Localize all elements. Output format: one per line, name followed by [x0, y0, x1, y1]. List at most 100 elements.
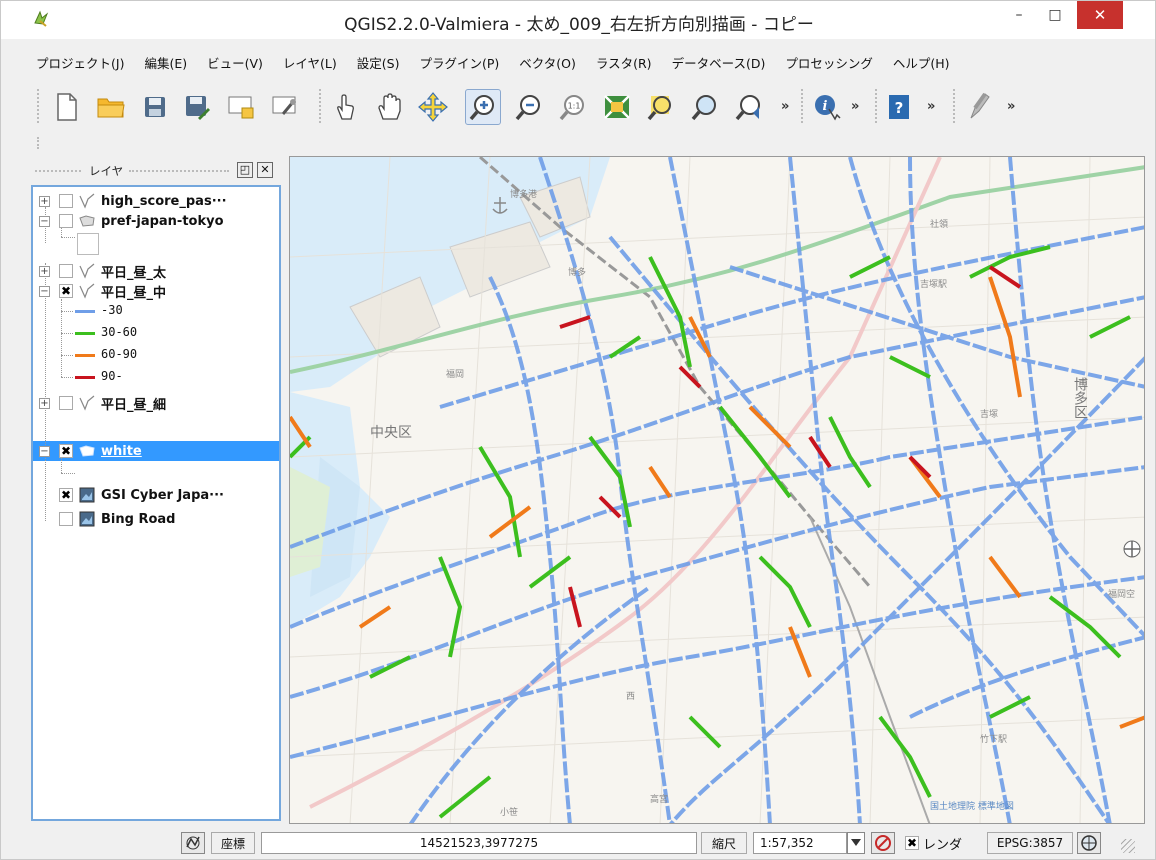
legend-label: 30-60 — [101, 325, 138, 339]
zoom-full-icon[interactable] — [599, 89, 635, 125]
layer-visibility-checkbox[interactable]: ✖ — [59, 444, 73, 458]
open-folder-icon[interactable] — [93, 89, 129, 125]
touch-icon[interactable] — [327, 89, 363, 125]
new-project-icon[interactable] — [49, 89, 85, 125]
collapse-icon[interactable]: − — [39, 215, 50, 227]
map-render[interactable]: 博多港 社領 博多 吉塚駅 福岡 中央区 博多区 吉塚 福岡空 高宮 小笹 竹下… — [290, 157, 1145, 824]
toolbar-grip[interactable] — [319, 89, 322, 123]
coordinate-label: 座標 — [211, 832, 255, 854]
close-button[interactable]: ✕ — [1077, 1, 1123, 29]
toolbar-grip[interactable] — [37, 89, 40, 123]
legend-swatch — [75, 376, 95, 379]
expand-icon[interactable]: + — [39, 397, 50, 409]
minimize-button[interactable]: – — [1001, 1, 1037, 29]
toggle-extents-icon[interactable] — [181, 832, 205, 854]
scale-combobox[interactable]: 1:57,352 — [753, 832, 847, 854]
layer-row-white[interactable]: − ✖ white — [33, 441, 279, 461]
layers-panel: レイヤ ◰ ✕ + high_score_pas··· − pref-japan… — [29, 159, 283, 821]
resize-grip-icon[interactable] — [1121, 839, 1135, 853]
layer-row-pref-japan-tokyo[interactable]: − pref-japan-tokyo — [33, 211, 279, 231]
line-layer-icon — [79, 395, 95, 411]
layer-visibility-checkbox[interactable] — [59, 512, 73, 526]
identify-icon[interactable]: i — [809, 89, 845, 125]
map-label: 国土地理院 標準地図 — [930, 800, 1014, 812]
secondary-toolbar — [1, 135, 1155, 153]
menu-plugins[interactable]: プラグイン(P) — [419, 53, 499, 72]
collapse-icon[interactable]: − — [39, 285, 50, 297]
zoom-to-selection-icon[interactable] — [643, 89, 679, 125]
layer-visibility-checkbox[interactable] — [59, 396, 73, 410]
zoom-actual-icon[interactable]: 1:1 — [555, 89, 591, 125]
layer-row-heijitsu-hiru-naka[interactable]: − ✖ 平日_昼_中 — [33, 281, 279, 301]
pan-to-selection-icon[interactable] — [415, 89, 451, 125]
collapse-icon[interactable]: − — [39, 445, 50, 457]
menu-project[interactable]: プロジェクト(J) — [36, 53, 124, 72]
zoom-in-icon[interactable] — [465, 89, 501, 125]
layer-row-bing-road[interactable]: Bing Road — [33, 509, 279, 529]
symbol-swatch[interactable] — [77, 233, 99, 255]
line-layer-icon — [79, 263, 95, 279]
map-label: 小笹 — [500, 806, 518, 818]
stop-render-icon[interactable] — [871, 832, 895, 854]
maximize-button[interactable]: □ — [1037, 1, 1073, 29]
layer-name: 平日_昼_中 — [101, 285, 167, 301]
layer-name: white — [101, 443, 142, 459]
save-as-icon[interactable] — [179, 89, 215, 125]
layers-panel-header[interactable]: レイヤ ◰ ✕ — [29, 159, 283, 183]
toolbar-overflow-button[interactable]: » — [927, 99, 935, 114]
expand-icon[interactable]: + — [39, 195, 50, 207]
menu-processing[interactable]: プロセッシング — [785, 53, 873, 72]
menu-settings[interactable]: 設定(S) — [357, 53, 400, 72]
layer-visibility-checkbox[interactable] — [59, 264, 73, 278]
float-panel-icon[interactable]: ◰ — [237, 162, 253, 178]
menu-layer[interactable]: レイヤ(L) — [283, 53, 337, 72]
zoom-to-layer-icon[interactable] — [687, 89, 723, 125]
line-layer-icon — [79, 193, 95, 209]
menu-edit[interactable]: 編集(E) — [144, 53, 187, 72]
toolbar-grip[interactable] — [875, 89, 878, 123]
zoom-out-icon[interactable] — [511, 89, 547, 125]
raster-layer-icon — [79, 511, 95, 527]
menu-help[interactable]: ヘルプ(H) — [893, 53, 950, 72]
legend-label: 60-90 — [101, 347, 138, 361]
menu-database[interactable]: データベース(D) — [672, 53, 766, 72]
layer-row-heijitsu-hiru-futo[interactable]: + 平日_昼_太 — [33, 261, 279, 281]
map-canvas[interactable]: 博多港 社領 博多 吉塚駅 福岡 中央区 博多区 吉塚 福岡空 高宮 小笹 竹下… — [289, 156, 1145, 824]
map-label: 福岡 — [446, 368, 464, 380]
composer-manager-icon[interactable] — [267, 89, 303, 125]
toolbar-grip[interactable] — [953, 89, 956, 123]
render-checkbox[interactable]: ✖ — [905, 836, 919, 850]
layer-row-high-score[interactable]: + high_score_pas··· — [33, 191, 279, 211]
close-panel-icon[interactable]: ✕ — [257, 162, 273, 178]
layer-visibility-checkbox[interactable] — [59, 194, 73, 208]
chevron-down-icon[interactable] — [847, 832, 865, 854]
expand-icon[interactable]: + — [39, 265, 50, 277]
coordinate-field[interactable]: 14521523,3977275 — [261, 832, 697, 854]
toolbar-grip[interactable] — [37, 137, 40, 149]
title-bar[interactable]: QGIS2.2.0-Valmiera - 太め_009_右左折方向別描画 - コ… — [1, 1, 1155, 39]
menu-vector[interactable]: ベクタ(O) — [519, 53, 576, 72]
menu-raster[interactable]: ラスタ(R) — [596, 53, 652, 72]
menu-view[interactable]: ビュー(V) — [207, 53, 263, 72]
toolbar-overflow-button[interactable]: » — [851, 99, 859, 114]
pan-hand-icon[interactable] — [371, 89, 407, 125]
layer-row-heijitsu-hiru-hoso[interactable]: + 平日_昼_細 — [33, 393, 279, 413]
projection-globe-icon[interactable] — [1077, 832, 1101, 854]
new-print-composer-icon[interactable] — [223, 89, 259, 125]
crs-button[interactable]: EPSG:3857 — [987, 832, 1073, 854]
menu-bar: プロジェクト(J) 編集(E) ビュー(V) レイヤ(L) 設定(S) プラグイ… — [1, 50, 1155, 74]
zoom-last-icon[interactable] — [731, 89, 767, 125]
layer-name: 平日_昼_細 — [101, 397, 167, 413]
status-bar: 座標 14521523,3977275 縮尺 1:57,352 ✖ レンダ EP… — [1, 827, 1155, 859]
digitize-icon[interactable] — [961, 89, 997, 125]
map-label: 博多区 — [1072, 376, 1088, 419]
help-icon[interactable]: ? — [881, 89, 917, 125]
toolbar-overflow-button[interactable]: » — [1007, 99, 1015, 114]
save-icon[interactable] — [137, 89, 173, 125]
layer-row-gsi-cyber-japan[interactable]: ✖ GSI Cyber Japa··· — [33, 485, 279, 505]
layer-visibility-checkbox[interactable]: ✖ — [59, 284, 73, 298]
layer-visibility-checkbox[interactable]: ✖ — [59, 488, 73, 502]
layer-visibility-checkbox[interactable] — [59, 214, 73, 228]
toolbar-overflow-button[interactable]: » — [781, 99, 789, 114]
toolbar-grip[interactable] — [801, 89, 804, 123]
